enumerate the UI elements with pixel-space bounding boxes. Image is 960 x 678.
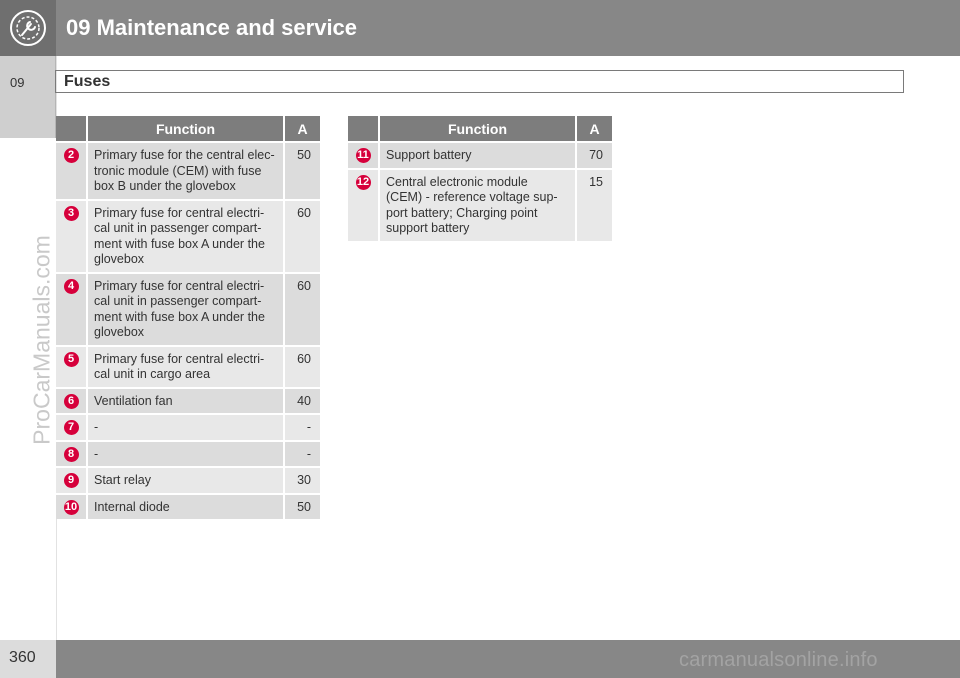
- header-num: [56, 116, 88, 141]
- fuse-number-badge: 3: [63, 205, 79, 221]
- fuse-function-cell: -: [88, 413, 285, 440]
- footer-watermark: carmanualsonline.info: [679, 649, 878, 671]
- fuse-number-badge: 9: [63, 473, 79, 488]
- fuse-number-badge: 7: [63, 420, 79, 435]
- fuse-number-cell: 3: [56, 198, 88, 272]
- header-icon-box: [0, 0, 56, 56]
- fuse-number-badge: 11: [355, 148, 371, 163]
- page-number: 360: [9, 649, 36, 666]
- fuse-number-badge: 10: [63, 499, 79, 515]
- fuse-amp-cell: 15: [577, 167, 612, 241]
- fuse-amp-cell: 60: [285, 198, 320, 272]
- table-row: 6 Ventilation fan 40: [56, 386, 320, 413]
- chapter-tab: [0, 56, 56, 138]
- chapter-title: 09 Maintenance and service: [66, 15, 358, 40]
- fuse-number-badge: 12: [355, 174, 371, 190]
- table-row: 2 Primary fuse for the central elec- tron…: [56, 141, 320, 199]
- fuse-number-badge: 8: [63, 446, 79, 462]
- header-amp: A: [285, 116, 320, 141]
- table-row: 9 Start relay 30: [56, 466, 320, 493]
- table-row: 12 Central electronic module (CEM) - refe…: [348, 167, 612, 241]
- fuse-function-cell: Support battery: [380, 141, 577, 168]
- header-bar: 09 Maintenance and service: [0, 0, 960, 56]
- fuse-amp-cell: -: [285, 413, 320, 440]
- table-row: 4 Primary fuse for central electri- cal u…: [56, 271, 320, 345]
- section-title: Fuses: [64, 73, 111, 90]
- fuse-function-cell: Primary fuse for central electri- cal un…: [88, 271, 285, 345]
- table-row: 3 Primary fuse for central electri- cal u…: [56, 198, 320, 272]
- fuse-amp-cell: -: [285, 439, 320, 466]
- fuse-function-cell: Internal diode: [88, 492, 285, 519]
- fuse-amp-cell: 50: [285, 141, 320, 199]
- fuse-amp-cell: 40: [285, 386, 320, 413]
- fuse-number-cell: 11: [348, 141, 380, 168]
- header-amp: A: [577, 116, 612, 141]
- fuse-number-badge: 2: [63, 148, 79, 163]
- fuse-number-badge: 4: [63, 278, 79, 294]
- fuse-function-cell: -: [88, 439, 285, 466]
- fuse-amp-cell: 70: [577, 141, 612, 168]
- wrench-gear-icon: [10, 10, 46, 46]
- fuse-number-badge: 6: [63, 393, 79, 409]
- table-header-row: Function A: [56, 116, 320, 141]
- table-row: 11 Support battery 70: [348, 141, 612, 168]
- header-function: Function: [380, 116, 577, 141]
- fuse-table-left: Function A 2 Primary fuse for the central…: [56, 116, 320, 519]
- fuse-amp-cell: 60: [285, 271, 320, 345]
- section-header: Fuses: [55, 70, 904, 93]
- fuse-function-cell: Ventilation fan: [88, 386, 285, 413]
- fuse-function-cell: Primary fuse for the central elec- troni…: [88, 141, 285, 199]
- fuse-number-cell: 9: [56, 466, 88, 493]
- fuse-number-cell: 5: [56, 344, 88, 387]
- fuse-function-cell: Primary fuse for central electri- cal un…: [88, 198, 285, 272]
- fuse-number-cell: 10: [56, 492, 88, 519]
- table-row: 5 Primary fuse for central electri- cal u…: [56, 344, 320, 387]
- fuse-function-cell: Start relay: [88, 466, 285, 493]
- fuse-number-cell: 4: [56, 271, 88, 345]
- fuse-function-cell: Central electronic module (CEM) - refere…: [380, 167, 577, 241]
- fuse-amp-cell: 60: [285, 344, 320, 387]
- header-function: Function: [88, 116, 285, 141]
- fuse-function-cell: Primary fuse for central electri- cal un…: [88, 344, 285, 387]
- fuse-number-badge: 5: [63, 351, 79, 367]
- table-row: 8--: [56, 439, 320, 466]
- fuse-number-cell: 2: [56, 141, 88, 199]
- fuse-number-cell: 7: [56, 413, 88, 440]
- fuse-amp-cell: 30: [285, 466, 320, 493]
- fuse-amp-cell: 50: [285, 492, 320, 519]
- fuse-number-cell: 8: [56, 439, 88, 466]
- table-header-row: Function A: [348, 116, 612, 141]
- fuse-number-cell: 12: [348, 167, 380, 241]
- fuse-table-right: Function A 11 Support battery 70 12 Central …: [348, 116, 612, 241]
- side-watermark: ProCarManuals.com: [28, 235, 55, 445]
- header-num: [348, 116, 380, 141]
- chapter-number: 09: [10, 75, 25, 90]
- table-row: 10 Internal diode 50: [56, 492, 320, 519]
- fuse-number-cell: 6: [56, 386, 88, 413]
- table-row: 7--: [56, 413, 320, 440]
